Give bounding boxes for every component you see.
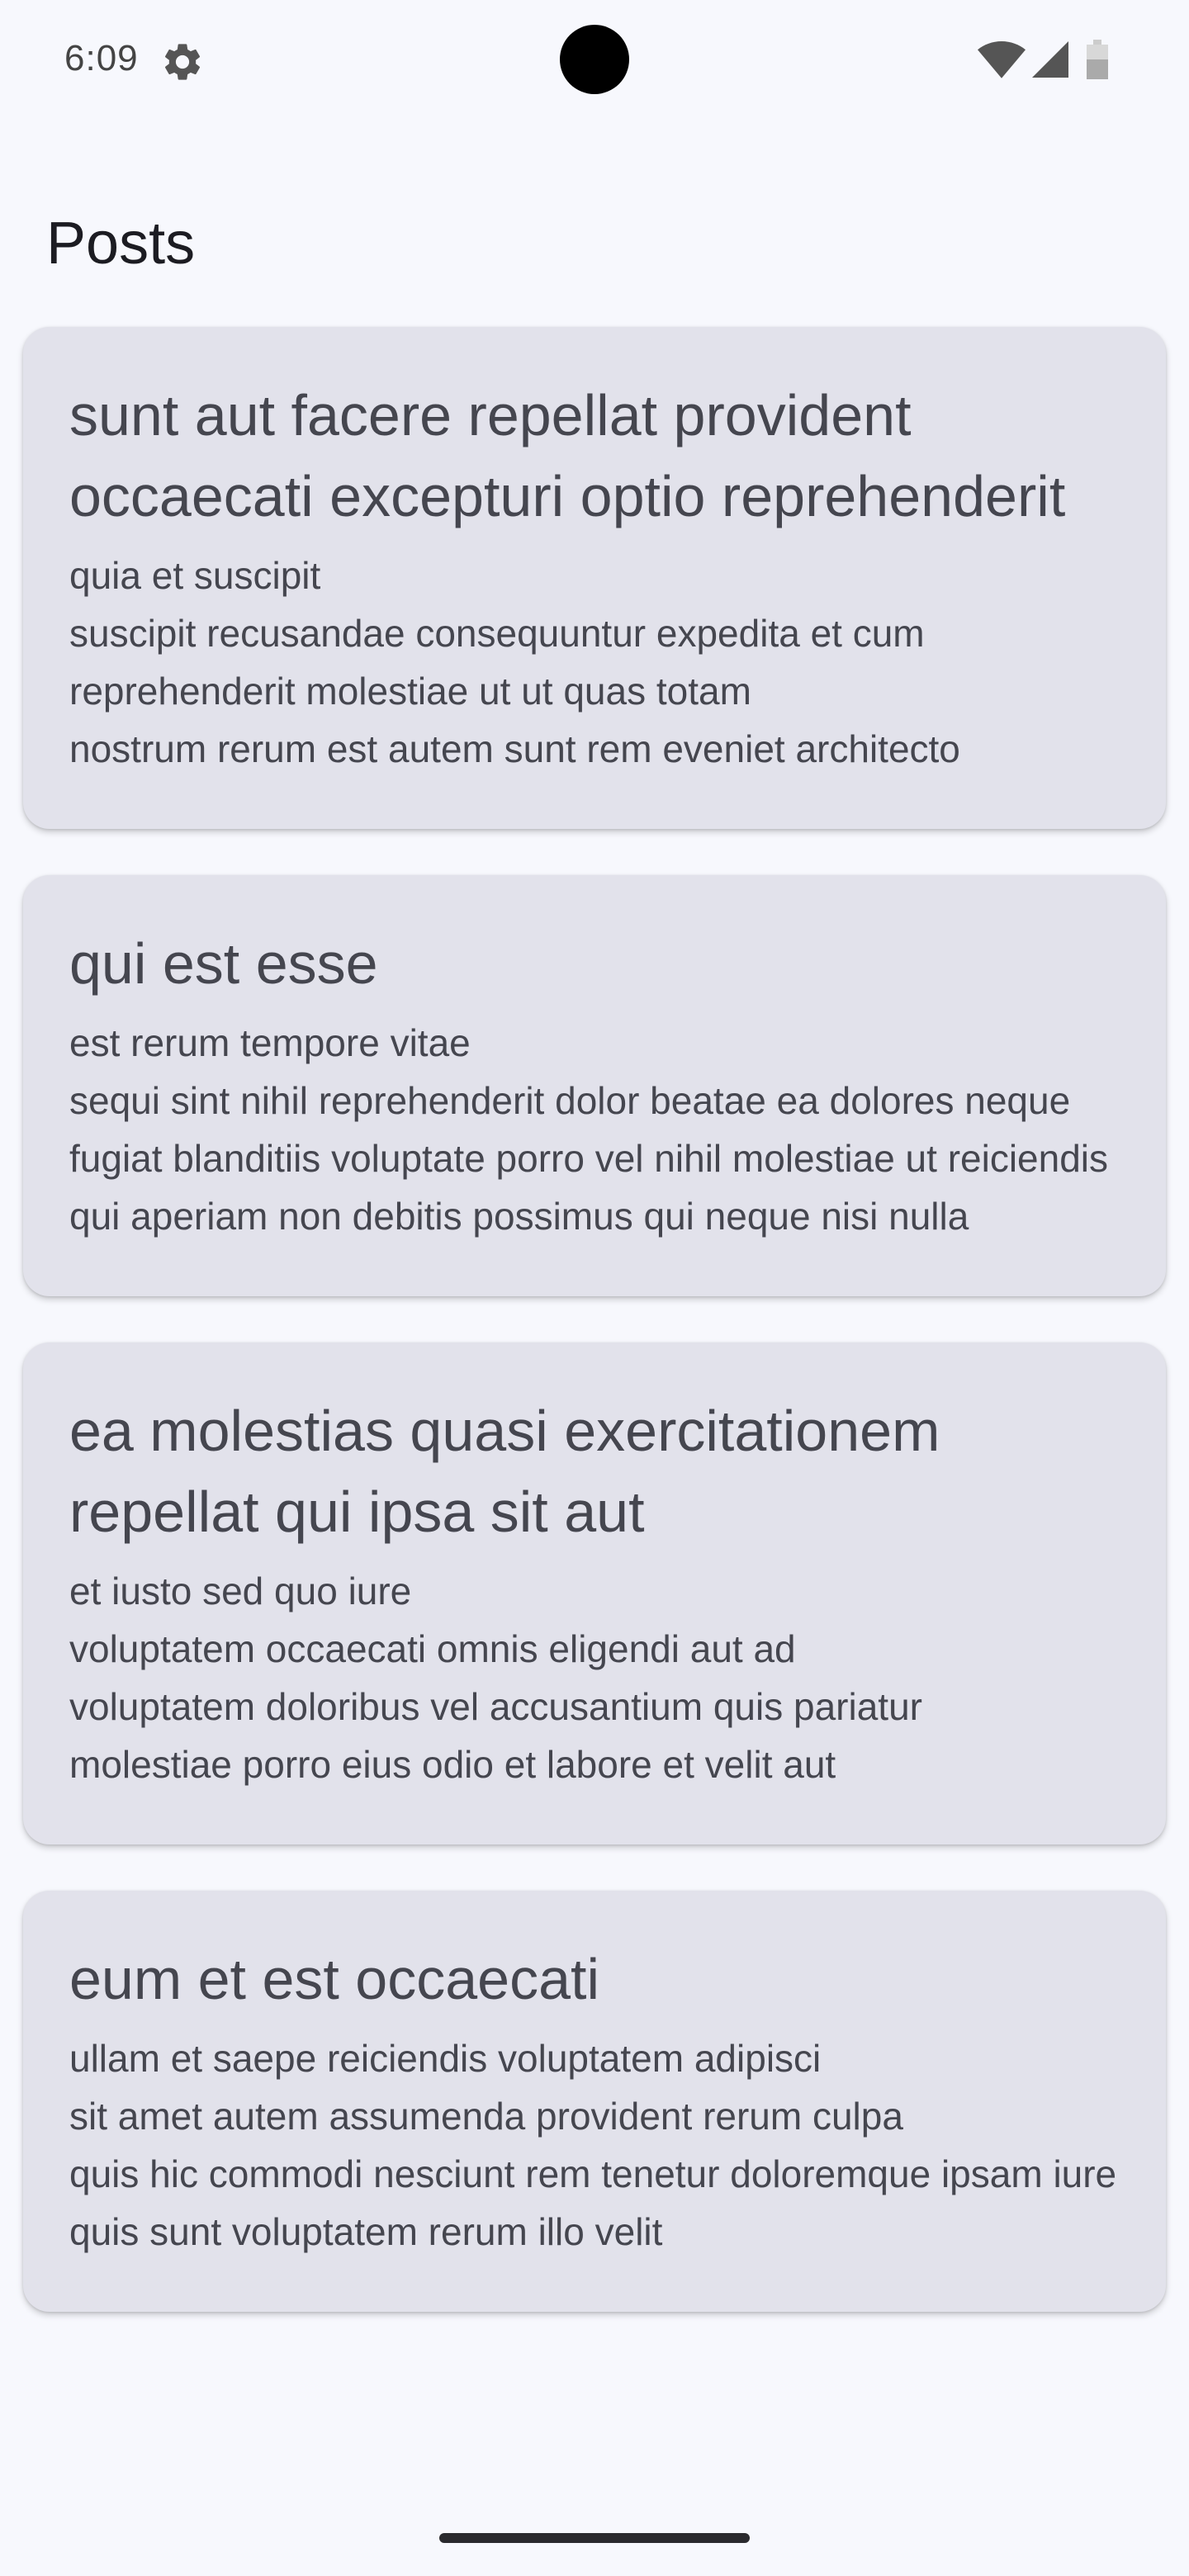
status-time: 6:09: [64, 38, 139, 78]
navigation-bar: [0, 2502, 1189, 2576]
post-card[interactable]: qui est esse est rerum tempore vitae seq…: [23, 875, 1166, 1296]
posts-list[interactable]: sunt aut facere repellat provident occae…: [23, 327, 1166, 2358]
cellular-icon: [1032, 41, 1068, 78]
camera-cutout: [560, 25, 629, 94]
post-card[interactable]: sunt aut facere repellat provident occae…: [23, 327, 1166, 829]
post-title: eum et est occaecati: [69, 1947, 599, 2011]
home-gesture-handle[interactable]: [439, 2533, 750, 2543]
post-title: sunt aut facere repellat provident occae…: [69, 383, 1066, 528]
post-title: qui est esse: [69, 931, 378, 996]
gear-icon: [164, 44, 201, 80]
wifi-icon: [978, 41, 1026, 78]
status-bar: 6:09: [0, 0, 1189, 124]
post-body: et iusto sed quo iure voluptatem occaeca…: [69, 1570, 922, 1786]
post-card[interactable]: ea molestias quasi exercitationem repell…: [23, 1342, 1166, 1844]
post-title: ea molestias quasi exercitationem repell…: [69, 1399, 940, 1544]
post-body: quia et suscipit suscipit recusandae con…: [69, 554, 960, 770]
page-title: Posts: [46, 211, 196, 277]
battery-icon: [1087, 40, 1108, 79]
post-card[interactable]: eum et est occaecati ullam et saepe reic…: [23, 1891, 1166, 2312]
post-body: est rerum tempore vitae sequi sint nihil…: [69, 1021, 1109, 1238]
post-body: ullam et saepe reiciendis voluptatem adi…: [69, 2037, 1117, 2253]
